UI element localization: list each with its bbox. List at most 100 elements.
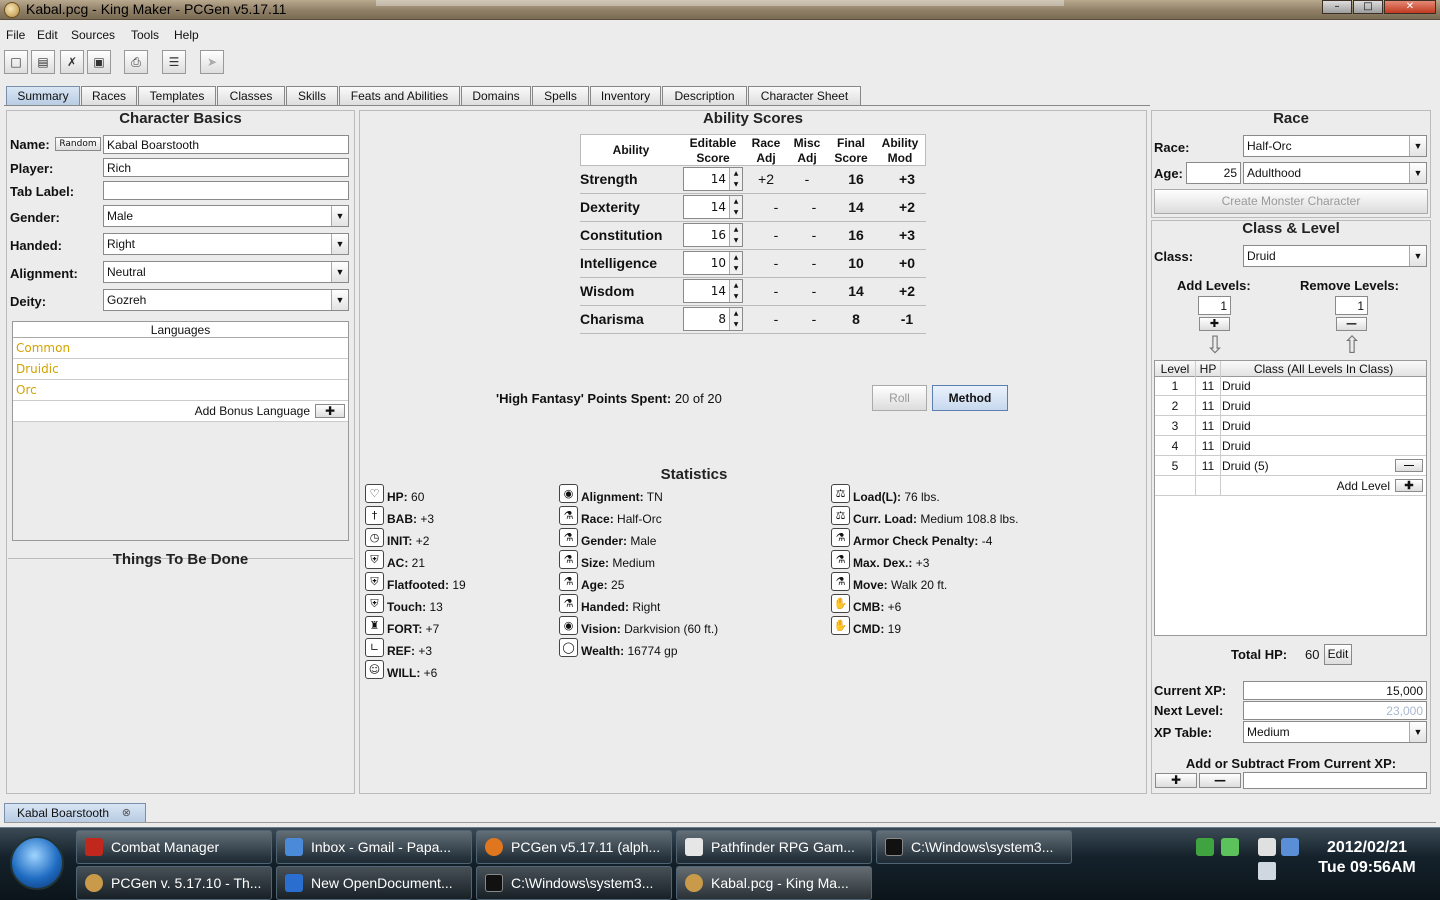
cursor-icon[interactable]: ➤ bbox=[200, 50, 224, 74]
xp-table-select[interactable]: Medium ▼ bbox=[1243, 721, 1427, 743]
add-levels-button[interactable]: ✚ bbox=[1199, 317, 1230, 331]
taskbar-item[interactable]: C:\Windows\system3... bbox=[876, 830, 1072, 864]
volume-tray-icon[interactable] bbox=[1258, 862, 1276, 880]
row-divider bbox=[580, 221, 926, 222]
gender-stat-label: Gender: bbox=[581, 534, 628, 548]
intelligence-spinner[interactable]: 10 ▲ ▼ bbox=[683, 251, 743, 275]
taskbar-item[interactable]: PCGen v5.17.11 (alph... bbox=[476, 830, 672, 864]
tab-summary[interactable]: Summary bbox=[6, 86, 80, 106]
tab-feats-and-abilities[interactable]: Feats and Abilities bbox=[339, 86, 460, 106]
taskbar-item[interactable]: Pathfinder RPG Gam... bbox=[676, 830, 872, 864]
tab-description[interactable]: Description bbox=[662, 86, 747, 106]
taskbar-item[interactable]: New OpenDocument... bbox=[276, 866, 472, 900]
tab-templates[interactable]: Templates bbox=[138, 86, 216, 106]
taskbar-item[interactable]: PCGen v. 5.17.10 - Th... bbox=[76, 866, 272, 900]
strength-spinner[interactable]: 14 ▲ ▼ bbox=[683, 167, 743, 191]
method-button[interactable]: Method bbox=[932, 385, 1008, 411]
tab-spells[interactable]: Spells bbox=[532, 86, 589, 106]
print-icon[interactable]: ⎙ bbox=[124, 50, 148, 74]
save-icon[interactable]: ▣ bbox=[87, 50, 111, 74]
handed-select[interactable]: Right ▼ bbox=[103, 233, 349, 255]
current-xp-field[interactable]: 15,000 bbox=[1243, 681, 1427, 700]
misc-adj: - bbox=[804, 171, 810, 187]
menu-edit[interactable]: Edit bbox=[37, 28, 58, 42]
tab-races[interactable]: Races bbox=[81, 86, 137, 106]
spinner-arrows-icon[interactable]: ▲ ▼ bbox=[729, 168, 742, 190]
table-row[interactable]: 2 11 Druid bbox=[1155, 396, 1426, 416]
xp-adjust-field[interactable] bbox=[1243, 772, 1427, 789]
wisdom-spinner[interactable]: 14 ▲ ▼ bbox=[683, 279, 743, 303]
spinner-arrows-icon[interactable]: ▲ ▼ bbox=[729, 224, 742, 246]
remove-levels-button[interactable]: — bbox=[1336, 317, 1367, 331]
close-tab-icon[interactable]: ⊗ bbox=[122, 804, 131, 822]
start-button[interactable] bbox=[10, 836, 64, 890]
taskbar-item[interactable]: Kabal.pcg - King Ma... bbox=[676, 866, 872, 900]
name-field[interactable]: Kabal Boarstooth bbox=[103, 135, 349, 154]
create-monster-button[interactable]: Create Monster Character bbox=[1154, 189, 1428, 214]
tab-classes[interactable]: Classes bbox=[217, 86, 285, 106]
roll-button[interactable]: Roll bbox=[872, 385, 927, 411]
init-value: +2 bbox=[415, 534, 430, 548]
minimize-button[interactable]: – bbox=[1322, 0, 1352, 14]
maximize-button[interactable]: □ bbox=[1353, 0, 1383, 14]
charisma-spinner[interactable]: 8 ▲ ▼ bbox=[683, 307, 743, 331]
taskbar-item[interactable]: Inbox - Gmail - Papa... bbox=[276, 830, 472, 864]
open-icon[interactable]: ▤ bbox=[31, 50, 55, 74]
network-tray-icon[interactable] bbox=[1281, 838, 1299, 856]
remove-class-row-button[interactable]: — bbox=[1395, 459, 1423, 472]
menu-help[interactable]: Help bbox=[174, 28, 199, 42]
alignment-select[interactable]: Neutral ▼ bbox=[103, 261, 349, 283]
class-select[interactable]: Druid ▼ bbox=[1243, 245, 1427, 267]
tab-skills[interactable]: Skills bbox=[286, 86, 338, 106]
device-tray-icon[interactable] bbox=[1258, 838, 1276, 856]
add-xp-button[interactable]: ✚ bbox=[1155, 773, 1197, 788]
race-value: Half-Orc bbox=[1247, 139, 1292, 153]
table-row[interactable]: 4 11 Druid bbox=[1155, 436, 1426, 456]
close-file-icon[interactable]: ✗ bbox=[60, 50, 84, 74]
spinner-arrows-icon[interactable]: ▲ ▼ bbox=[729, 196, 742, 218]
taskbar-item[interactable]: Combat Manager bbox=[76, 830, 272, 864]
player-field[interactable]: Rich bbox=[103, 158, 349, 177]
title-bar[interactable]: Kabal.pcg - King Maker - PCGen v5.17.11 … bbox=[0, 0, 1440, 20]
preferences-icon[interactable]: ☰ bbox=[162, 50, 186, 74]
age-category-select[interactable]: Adulthood ▼ bbox=[1243, 162, 1427, 184]
gender-select[interactable]: Male ▼ bbox=[103, 205, 349, 227]
spinner-arrows-icon[interactable]: ▲ ▼ bbox=[729, 308, 742, 330]
tab-character-sheet[interactable]: Character Sheet bbox=[748, 86, 861, 106]
tab-label-field[interactable] bbox=[103, 181, 349, 200]
document-tab[interactable]: Kabal Boarstooth ⊗ bbox=[4, 803, 146, 823]
edit-hp-button[interactable]: Edit bbox=[1324, 644, 1352, 665]
check-tray-icon[interactable] bbox=[1221, 838, 1239, 856]
add-language-button[interactable]: ✚ bbox=[315, 404, 345, 418]
dexterity-spinner[interactable]: 14 ▲ ▼ bbox=[683, 195, 743, 219]
add-levels-field[interactable]: 1 bbox=[1198, 296, 1231, 315]
language-item[interactable]: Orc bbox=[13, 380, 348, 401]
tab-domains[interactable]: Domains bbox=[461, 86, 531, 106]
table-row[interactable]: 3 11 Druid bbox=[1155, 416, 1426, 436]
table-row[interactable]: 5 11 Druid (5) — bbox=[1155, 456, 1426, 476]
table-row[interactable]: 1 11 Druid bbox=[1155, 376, 1426, 396]
system-clock[interactable]: 2012/02/21 Tue 09:56AM bbox=[1300, 838, 1434, 878]
remove-levels-field[interactable]: 1 bbox=[1335, 296, 1368, 315]
ref-label: REF: bbox=[387, 644, 415, 658]
menu-sources[interactable]: Sources bbox=[71, 28, 115, 42]
deity-select[interactable]: Gozreh ▼ bbox=[103, 289, 349, 311]
race-select[interactable]: Half-Orc ▼ bbox=[1243, 135, 1427, 157]
pcgen-icon bbox=[85, 874, 103, 892]
tab-inventory[interactable]: Inventory bbox=[590, 86, 661, 106]
add-level-button[interactable]: ✚ bbox=[1395, 479, 1423, 492]
new-icon[interactable]: □ bbox=[4, 50, 28, 74]
constitution-spinner[interactable]: 16 ▲ ▼ bbox=[683, 223, 743, 247]
spinner-arrows-icon[interactable]: ▲ ▼ bbox=[729, 252, 742, 274]
subtract-xp-button[interactable]: — bbox=[1199, 773, 1241, 788]
close-button[interactable]: ✕ bbox=[1384, 0, 1436, 14]
age-field[interactable]: 25 bbox=[1186, 162, 1241, 184]
menu-file[interactable]: File bbox=[6, 28, 25, 42]
random-name-button[interactable]: Random bbox=[55, 137, 101, 151]
mail-tray-icon[interactable] bbox=[1196, 838, 1214, 856]
spinner-arrows-icon[interactable]: ▲ ▼ bbox=[729, 280, 742, 302]
taskbar-item[interactable]: C:\Windows\system3... bbox=[476, 866, 672, 900]
language-item[interactable]: Druidic bbox=[13, 359, 348, 380]
menu-tools[interactable]: Tools bbox=[131, 28, 159, 42]
language-item[interactable]: Common bbox=[13, 338, 348, 359]
